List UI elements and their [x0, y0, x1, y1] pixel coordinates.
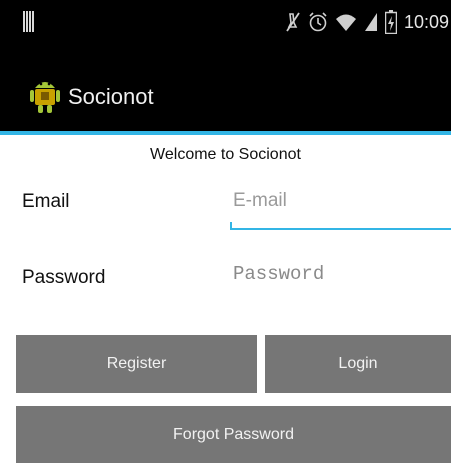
register-button[interactable]: Register: [16, 335, 257, 393]
signal-icon: [364, 13, 377, 31]
alarm-icon: [309, 12, 327, 32]
forgot-password-button[interactable]: Forgot Password: [16, 406, 451, 463]
android-icon: [30, 82, 60, 113]
email-field-underline: [230, 228, 451, 230]
mute-icon: [286, 12, 300, 32]
email-field[interactable]: [233, 190, 449, 212]
action-bar: Socionot: [0, 44, 451, 135]
wifi-icon: [335, 14, 356, 31]
battery-icon: [384, 10, 397, 34]
email-field-container: [230, 190, 451, 230]
app-title: Socionot: [68, 84, 154, 109]
status-bar: 10:09: [0, 0, 451, 44]
status-time: 10:09: [403, 11, 449, 32]
signal-bars-icon: [23, 11, 34, 32]
email-label: Email: [22, 191, 70, 212]
welcome-text: Welcome to Socionot: [150, 146, 301, 163]
password-field[interactable]: [233, 263, 449, 285]
login-button[interactable]: Login: [265, 335, 451, 393]
password-label: Password: [22, 267, 106, 288]
status-icons: 10:09: [285, 8, 449, 36]
password-field-container: [233, 263, 449, 285]
